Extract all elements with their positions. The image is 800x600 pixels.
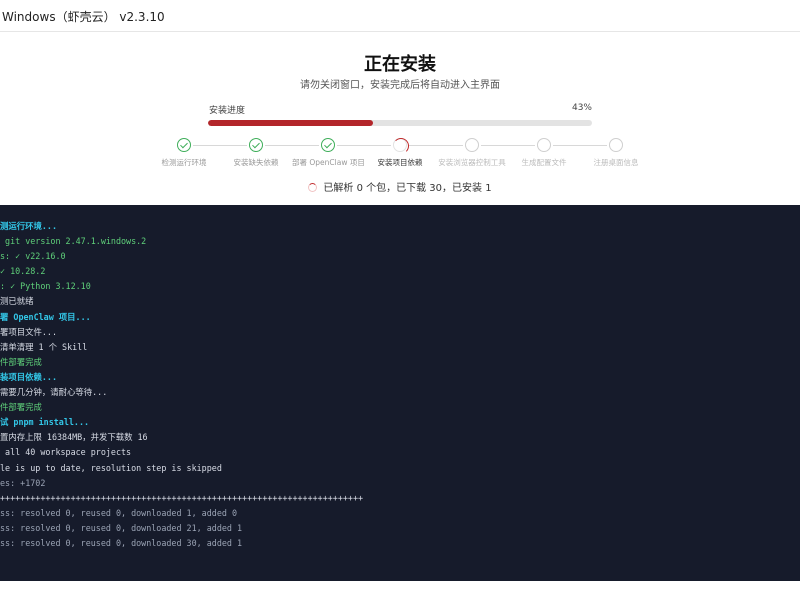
- terminal-line: all 40 workspace projects: [0, 447, 132, 458]
- step-label: 部署 OpenClaw 项目: [292, 158, 365, 167]
- step-item: 生成配置文件: [508, 137, 580, 168]
- terminal-line: es: +1702: [0, 477, 46, 488]
- title-bar: Windows（虾壳云） v2.3.10: [0, 0, 800, 32]
- terminal-line: ss: resolved 0, reused 0, downloaded 1, …: [0, 507, 237, 518]
- terminal-line: 试 pnpm install...: [0, 417, 90, 428]
- terminal-line: 署项目文件...: [0, 326, 58, 337]
- empty-circle-icon: [609, 138, 623, 152]
- terminal-line: s: ✓ v22.16.0: [0, 251, 66, 262]
- check-circle-icon: [249, 138, 263, 152]
- terminal-line: 装项目依赖...: [0, 371, 58, 382]
- step-label: 安装项目依赖: [377, 158, 423, 167]
- terminal-line: 清单清理 1 个 Skill: [0, 341, 88, 352]
- terminal-line: 件部署完成: [0, 356, 42, 367]
- progress-label: 安装进度: [209, 106, 246, 116]
- terminal-line: ✓ 10.28.2: [0, 266, 46, 277]
- check-circle-icon: [321, 138, 335, 152]
- step-item: 安装浏览器控制工具: [436, 137, 508, 168]
- bottom-margin: [0, 581, 800, 600]
- terminal-line: 需要几分钟，请耐心等待...: [0, 387, 108, 398]
- terminal-line: ss: resolved 0, reused 0, downloaded 30,…: [0, 537, 243, 548]
- terminal-line: ss: resolved 0, reused 0, downloaded 21,…: [0, 522, 243, 533]
- progress-bar-fill: [208, 120, 374, 126]
- step-label: 检测运行环境: [161, 158, 207, 167]
- install-status-text: 已解析 0 个包，已下载 30，已安装 1: [323, 183, 492, 194]
- page-subtitle: 请勿关闭窗口，安装完成后将自动进入主界面: [300, 80, 500, 91]
- terminal-line: 署 OpenClaw 项目...: [0, 311, 91, 322]
- step-item: 安装项目依赖: [364, 137, 436, 168]
- check-circle-icon: [177, 138, 191, 152]
- loading-spinner-icon: [308, 183, 318, 192]
- step-item: 注册桌面信息: [580, 137, 652, 168]
- window-title: Windows（虾壳云） v2.3.10: [2, 10, 165, 24]
- empty-circle-icon: [537, 138, 551, 152]
- page-title: 正在安装: [364, 54, 436, 75]
- install-steps: 检测运行环境 安装缺失依赖 部署 OpenClaw 项目 安装项目依赖 安装浏览器控制工…: [148, 137, 652, 171]
- step-item: 检测运行环境: [148, 137, 220, 168]
- progress-bar: [208, 120, 592, 126]
- terminal-line: 置内存上限 16384MB，并发下载数 16: [0, 432, 148, 443]
- step-label: 安装缺失依赖: [233, 158, 279, 167]
- spinner-icon: [392, 137, 409, 154]
- terminal-line: 测已就绪: [0, 296, 34, 307]
- step-label: 安装浏览器控制工具: [438, 158, 506, 167]
- terminal-line: ++++++++++++++++++++++++++++++++++++++++…: [0, 492, 364, 503]
- progress-percent: 43%: [571, 103, 592, 113]
- terminal-line: le is up to date, resolution step is ski…: [0, 462, 222, 473]
- terminal-line: git version 2.47.1.windows.2: [0, 236, 147, 247]
- terminal-line: 件部署完成: [0, 402, 42, 413]
- terminal-line: 测运行环境...: [0, 221, 58, 231]
- terminal-log[interactable]: 测运行环境... git version 2.47.1.windows.2 s: …: [0, 205, 800, 581]
- empty-circle-icon: [465, 138, 479, 152]
- step-item: 安装缺失依赖: [220, 137, 292, 168]
- step-item: 部署 OpenClaw 项目: [292, 137, 365, 168]
- terminal-line: : ✓ Python 3.12.10: [0, 281, 91, 292]
- step-label: 注册桌面信息: [593, 158, 639, 167]
- install-status: 已解析 0 个包，已下载 30，已安装 1: [0, 179, 800, 194]
- step-label: 生成配置文件: [521, 158, 567, 167]
